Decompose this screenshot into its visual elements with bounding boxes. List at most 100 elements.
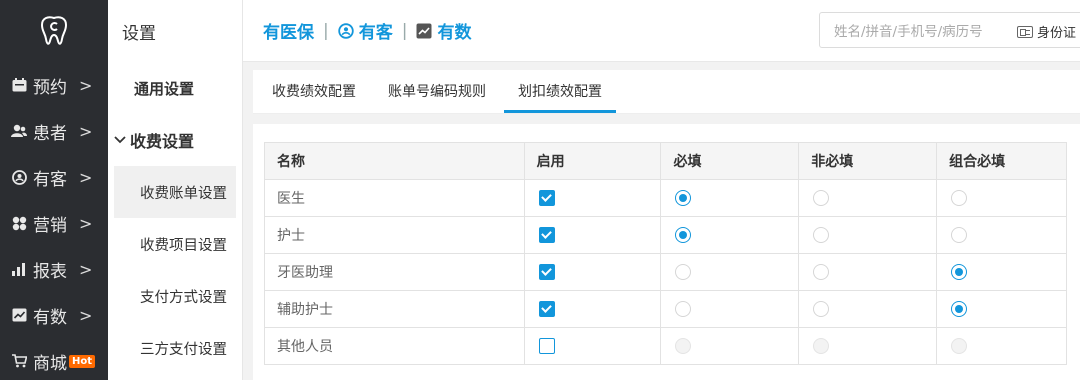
nav-item-mall[interactable]: 商城 Hot [0,338,108,380]
youke-brand-icon [338,22,354,39]
nav-item-youke[interactable]: 有客 > [0,154,108,200]
calendar-icon [10,78,28,92]
chevron-right-icon: > [79,167,93,187]
required-cell [660,216,800,254]
required-cell [660,253,800,291]
nav-item-label: 预约 [33,77,67,98]
brand-link-youke[interactable]: 有客 [359,18,393,43]
col-header-combo-required: 组合必填 [936,142,1067,180]
row-name: 其他人员 [264,327,525,365]
combo-radio [951,338,968,354]
enabled-cell [523,327,662,365]
optional-radio[interactable] [813,227,830,243]
divider [253,114,1080,124]
enabled-checkbox[interactable] [538,338,555,354]
required-cell [660,179,800,217]
users-icon [10,124,28,138]
id-card-icon [1016,25,1033,38]
col-header-required: 必填 [660,142,800,180]
optional-radio[interactable] [813,301,830,317]
submenu-item-payment-methods[interactable]: 支付方式设置 [108,270,242,322]
nav-item-youshu[interactable]: 有数 > [0,292,108,338]
nav-item-marketing[interactable]: 营销 > [0,200,108,246]
col-header-optional: 非必填 [798,142,938,180]
row-name: 护士 [264,216,525,254]
brand-separator: | [401,20,408,41]
patient-search-input[interactable]: 姓名/拼音/手机号/病历号 身份证 [819,12,1080,48]
enabled-checkbox[interactable] [538,264,555,280]
enabled-checkbox[interactable] [538,190,555,206]
chevron-right-icon: > [79,121,93,141]
table-row: 牙医助理 [264,253,1067,291]
col-header-name: 名称 [264,142,525,180]
cart-icon [10,354,28,368]
config-tabs: 收费绩效配置 账单号编码规则 划扣绩效配置 [253,70,1080,114]
nav-item-label: 商城 [33,353,67,374]
optional-cell [798,253,938,291]
nav-item-patients[interactable]: 患者 > [0,108,108,154]
tab-deduction-performance[interactable]: 划扣绩效配置 [504,69,616,113]
submenu-item-third-party-pay[interactable]: 三方支付设置 [108,322,242,374]
main-nav: 预约 > 患者 > 有客 > 营销 > 报表 > 有数 > 商城 Hot [0,0,108,380]
submenu-group-label: 收费设置 [130,132,195,151]
deduction-config-table: 名称 启用 必填 非必填 组合必填 医生 护士 牙医助理 辅助护士 其他人员 [264,142,1067,365]
tooth-logo-icon[interactable] [0,0,108,62]
enabled-cell [523,179,662,217]
chevron-down-icon [114,132,126,148]
nav-item-label: 有数 [33,307,67,328]
enabled-checkbox[interactable] [538,301,555,317]
required-radio[interactable] [675,190,692,206]
table-row: 护士 [264,216,1067,254]
required-radio[interactable] [675,227,692,243]
enabled-cell [523,216,662,254]
brand-separator: | [323,20,329,41]
enabled-cell [523,253,662,291]
youke-icon [10,169,28,185]
required-radio [675,338,692,354]
id-card-button[interactable]: 身份证 [1016,22,1076,41]
combo-cell [936,327,1067,365]
nav-item-label: 报表 [33,261,67,282]
col-header-enabled: 启用 [523,142,662,180]
required-radio[interactable] [675,301,692,317]
optional-cell [798,327,938,365]
brand-link-yibao[interactable]: 有医保 [263,18,314,43]
bar-chart-icon [10,262,28,276]
chevron-right-icon: > [79,213,93,233]
nav-item-label: 患者 [33,123,67,144]
optional-radio[interactable] [813,190,830,206]
optional-radio[interactable] [813,264,830,280]
enabled-checkbox[interactable] [538,227,555,243]
combo-radio[interactable] [951,264,968,280]
combo-radio[interactable] [951,190,968,206]
marketing-icon [10,216,28,231]
brand-links: 有医保 | 有客 | 有数 [243,18,471,44]
required-cell [660,290,800,328]
nav-item-reports[interactable]: 报表 > [0,246,108,292]
submenu-item-charge-bill[interactable]: 收费账单设置 [114,166,236,218]
settings-submenu: 设置 通用设置 收费设置 收费账单设置 收费项目设置 支付方式设置 三方支付设置 [108,0,243,380]
optional-radio [813,338,830,354]
search-placeholder: 姓名/拼音/手机号/病历号 [834,24,983,40]
row-name: 医生 [264,179,525,217]
nav-item-appointment[interactable]: 预约 > [0,62,108,108]
nav-item-label: 营销 [33,215,67,236]
combo-radio[interactable] [951,227,968,243]
submenu-group-charge[interactable]: 收费设置 [108,114,242,166]
chevron-right-icon: > [79,259,93,279]
required-radio[interactable] [675,264,692,280]
table-row: 医生 [264,179,1067,217]
required-cell [660,327,800,365]
combo-radio[interactable] [951,301,968,317]
table-row: 辅助护士 [264,290,1067,328]
chevron-right-icon: > [79,305,93,325]
combo-cell [936,253,1067,291]
optional-cell [798,216,938,254]
tab-bill-number-rules[interactable]: 账单号编码规则 [374,69,500,113]
submenu-item-general[interactable]: 通用设置 [108,62,242,114]
top-header: 有医保 | 有客 | 有数 姓名/拼音/手机号/病历号 身份证 [243,0,1080,62]
nav-item-label: 有客 [33,169,67,190]
submenu-item-charge-items[interactable]: 收费项目设置 [108,218,242,270]
tab-charge-performance[interactable]: 收费绩效配置 [258,69,370,113]
brand-link-youshu[interactable]: 有数 [437,18,471,43]
